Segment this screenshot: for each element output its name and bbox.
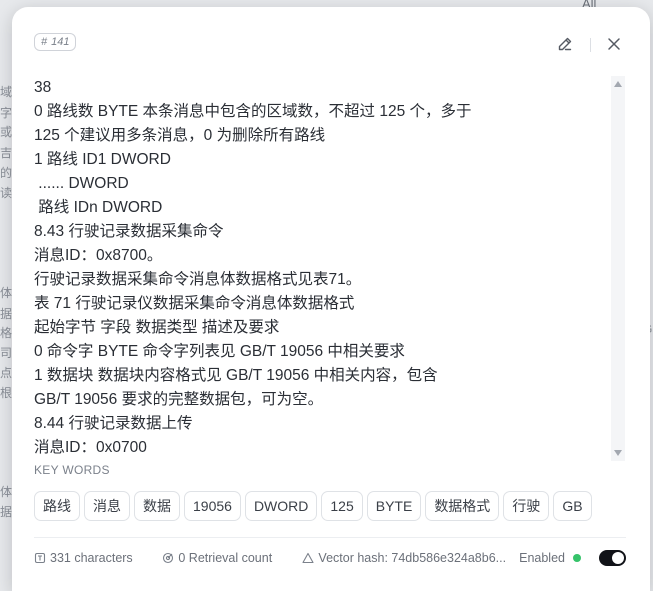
scroll-up-arrow-icon[interactable]: [611, 78, 625, 90]
enabled-status: Enabled: [511, 551, 565, 565]
bg-glyph: 根: [0, 386, 12, 400]
content-line: 消息ID：0x8700。: [34, 247, 163, 264]
status-dot: [572, 554, 581, 562]
content-line: 38: [34, 79, 52, 96]
bg-glyph: 的: [0, 166, 12, 180]
segment-number: 141: [51, 36, 70, 48]
keyword-tag[interactable]: 行驶: [503, 491, 550, 521]
keywords-list: 路线 消息 数据 19056 DWORD 125 BYTE 数据格式 行驶 GB: [34, 491, 592, 521]
enabled-label: Enabled: [519, 551, 565, 565]
close-button[interactable]: [604, 34, 624, 54]
vector-hash-text: Vector hash: 74db586e324a8b6...: [318, 551, 507, 565]
character-count: 331 characters: [34, 551, 162, 565]
bg-glyph: 体: [0, 485, 12, 499]
pencil-icon: [558, 37, 572, 51]
document-icon: [34, 552, 46, 564]
bg-glyph: 司: [0, 346, 12, 360]
scroll-down-arrow-icon[interactable]: [611, 447, 625, 459]
retrieval-count: 0 Retrieval count: [162, 551, 302, 565]
content-scrollbar[interactable]: [611, 76, 625, 461]
retrieval-count-text: 0 Retrieval count: [178, 551, 273, 565]
content-line: 0 命令字 BYTE 命令字列表见 GB/T 19056 中相关要求: [34, 343, 405, 360]
background-left-text: 域 字 或 吉 的 读 体 据 格 司 点 根 体 据: [0, 0, 12, 591]
content-line: ...... DWORD: [34, 175, 129, 192]
content-line: 起始字节 字段 数据类型 描述及要求: [34, 319, 280, 336]
toggle-knob: [612, 552, 624, 564]
scroll-thumb[interactable]: [614, 92, 622, 447]
bg-glyph: 域: [0, 85, 12, 99]
bg-glyph: 点: [0, 366, 12, 380]
keyword-tag[interactable]: 19056: [184, 491, 241, 521]
content-line: 0 路线数 BYTE 本条消息中包含的区域数，不超过 125 个，多于: [34, 103, 472, 120]
character-count-text: 331 characters: [50, 551, 133, 565]
footer-divider: [34, 537, 626, 538]
bg-glyph: 体: [0, 286, 12, 300]
segment-footer: 331 characters 0 Retrieval count Vector …: [34, 548, 626, 568]
close-icon: [608, 38, 620, 50]
content-line: 1 数据块 数据块内容格式见 GB/T 19056 中相关内容，包含: [34, 367, 438, 384]
bg-glyph: 读: [0, 186, 12, 200]
keyword-tag[interactable]: 消息: [84, 491, 130, 521]
segment-detail-modal: # 141 38 0 路线数 BYTE 本条消息中包含的区域数，不超过 125 …: [12, 7, 650, 591]
content-line: 表 71 行驶记录仪数据采集命令消息体数据格式: [34, 295, 355, 312]
keyword-tag[interactable]: 数据格式: [425, 491, 500, 521]
enabled-toggle[interactable]: [598, 550, 626, 566]
edit-button[interactable]: [555, 34, 575, 54]
bg-glyph: 字: [0, 106, 12, 120]
bg-glyph: 格: [0, 326, 12, 340]
content-line: 8.43 行驶记录数据采集命令: [34, 223, 224, 240]
triangle-icon: [302, 552, 314, 564]
content-line: 8.44 行驶记录数据上传: [34, 415, 193, 432]
bg-glyph: 据: [0, 307, 12, 321]
keyword-tag[interactable]: 路线: [34, 491, 80, 521]
bg-glyph: 或: [0, 125, 12, 139]
keyword-tag[interactable]: 125: [321, 491, 363, 521]
keywords-label: KEY WORDS: [34, 463, 110, 477]
vector-hash: Vector hash: 74db586e324a8b6...: [302, 551, 510, 565]
content-line: 1 路线 ID1 DWORD: [34, 151, 171, 168]
content-line: 消息ID：0x0700: [34, 439, 147, 456]
target-icon: [163, 552, 174, 564]
bg-glyph: 据: [0, 505, 12, 519]
keyword-tag[interactable]: 数据: [134, 491, 180, 521]
header-divider: [590, 38, 591, 52]
segment-content[interactable]: 38 0 路线数 BYTE 本条消息中包含的区域数，不超过 125 个，多于 1…: [34, 76, 618, 461]
content-line: 行驶记录数据采集命令消息体数据格式见表71。: [34, 271, 362, 288]
content-line: 路线 IDn DWORD: [34, 199, 163, 216]
keyword-tag[interactable]: DWORD: [244, 491, 318, 521]
keyword-tag[interactable]: BYTE: [366, 491, 422, 521]
content-line: GB/T 19056 要求的完整数据包，可为空。: [34, 391, 324, 408]
keyword-tag[interactable]: GB: [553, 491, 592, 521]
content-line: 125 个建议用多条消息，0 为删除所有路线: [34, 127, 326, 144]
hash-icon: #: [41, 36, 48, 48]
bg-glyph: 吉: [0, 146, 12, 160]
segment-id-badge: # 141: [34, 33, 77, 51]
